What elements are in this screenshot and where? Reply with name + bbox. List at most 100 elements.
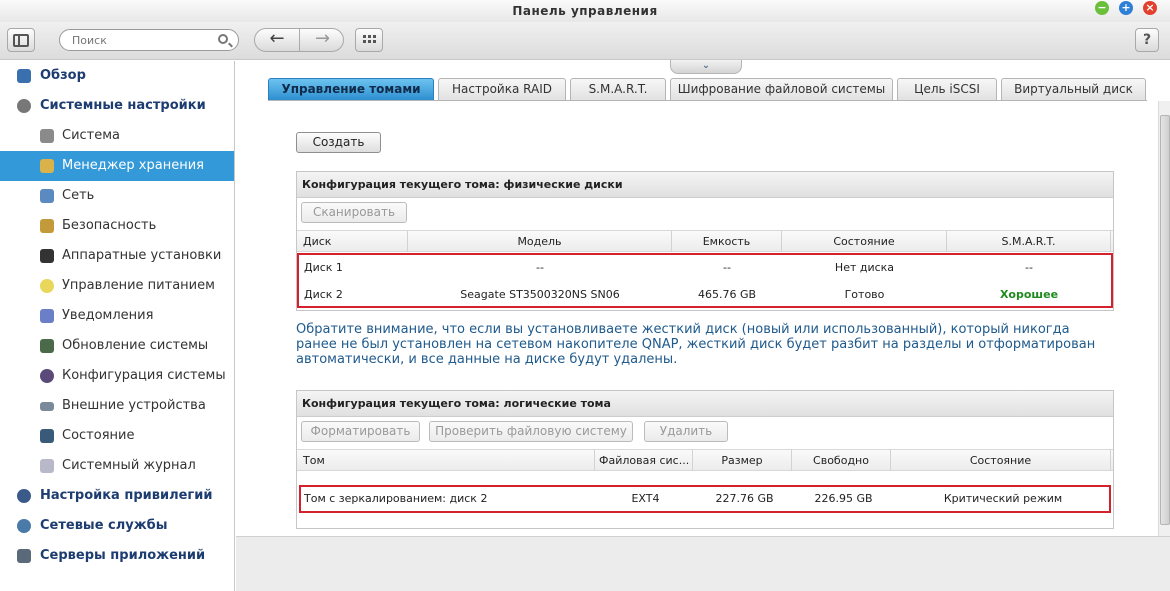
sidebar-item-label: Системный журнал [62,458,196,473]
highlight-box [299,485,1111,513]
update-icon [40,339,54,353]
sidebar-item-notifications[interactable]: Уведомления [0,301,234,331]
sidebar-item-external-devices[interactable]: Внешние устройства [0,391,234,421]
sidebar-item-system[interactable]: Система [0,121,234,151]
column-header[interactable]: Файловая сис... [595,450,693,471]
column-header[interactable]: Том [297,450,595,471]
physical-table-header: Диск Модель Емкость Состояние S.M.A.R.T. [297,230,1113,252]
tab-divider [268,100,1147,101]
sidebar-item-privileges[interactable]: Настройка привилегий [0,481,234,511]
forward-button[interactable]: → [300,29,343,51]
sidebar-item-hardware[interactable]: Аппаратные установки [0,241,234,271]
server-icon [17,549,31,563]
sidebar-item-label: Управление питанием [62,278,215,293]
hardware-icon [40,249,54,263]
globe-icon [17,519,31,533]
sidebar-item-app-servers[interactable]: Серверы приложений [0,541,234,571]
tab-filesystem-encryption[interactable]: Шифрование файловой системы [670,78,893,100]
scan-button[interactable]: Сканировать [301,202,407,223]
network-icon [40,189,54,203]
nav-buttons: ← → [254,28,344,52]
tab-smart[interactable]: S.M.A.R.T. [570,78,666,100]
user-icon [17,489,31,503]
sidebar-item-system-update[interactable]: Обновление системы [0,331,234,361]
sidebar-item-label: Обзор [40,68,86,83]
sidebar-item-security[interactable]: Безопасность [0,211,234,241]
column-header[interactable]: Состояние [891,450,1111,471]
sidebar-item-power[interactable]: Управление питанием [0,271,234,301]
sidebar-item-label: Сетевые службы [40,518,168,533]
home-button[interactable] [7,28,35,52]
column-header[interactable]: Емкость [672,231,782,252]
panel-icon [13,34,29,47]
highlight-box [297,253,1113,308]
lock-icon [40,219,54,233]
gear-icon [17,99,31,113]
external-device-icon [40,402,54,411]
logical-table-header: Том Файловая сис... Размер Свободно Сост… [297,449,1113,471]
delete-button[interactable]: Удалить [644,421,728,442]
sidebar-item-label: Обновление системы [62,338,209,353]
tab-volume-management[interactable]: Управление томами [268,78,434,100]
monitor-icon [40,429,54,443]
grid-icon [362,35,376,43]
column-header[interactable]: Состояние [782,231,947,252]
window-title: Панель управления [512,4,658,18]
search-box [59,29,239,51]
panel-title: Конфигурация текущего тома: физические д… [297,172,1113,198]
sidebar-item-label: Состояние [62,428,135,443]
vertical-scrollbar[interactable] [1158,101,1170,536]
sidebar-item-label: Системные настройки [40,98,206,113]
sidebar-item-label: Конфигурация системы [62,368,226,383]
column-header[interactable]: Диск [297,231,408,252]
log-icon [40,459,54,473]
scrollbar-thumb[interactable] [1160,115,1170,525]
search-icon[interactable] [218,34,228,44]
search-input[interactable] [72,33,212,48]
apps-button[interactable] [355,28,383,52]
panel-title: Конфигурация текущего тома: логические т… [297,391,1113,417]
sidebar-item-label: Серверы приложений [40,548,206,563]
notification-icon [40,309,54,323]
tab-iscsi-target[interactable]: Цель iSCSI [897,78,997,100]
sidebar-item-label: Система [62,128,121,143]
sidebar-item-label: Менеджер хранения [62,158,204,173]
back-button[interactable]: ← [255,29,300,51]
bulb-icon [40,279,54,293]
tab-virtual-disk[interactable]: Виртуальный диск [1001,78,1146,100]
column-header[interactable]: Свободно [792,450,891,471]
column-header[interactable]: S.M.A.R.T. [947,231,1111,252]
sidebar-item-label: Уведомления [62,308,154,323]
sidebar-item-system-log[interactable]: Системный журнал [0,451,234,481]
sidebar: Обзор Системные настройки Система Менедж… [0,61,235,591]
column-header[interactable]: Модель [408,231,672,252]
check-filesystem-button[interactable]: Проверить файловую систему [429,421,633,442]
sidebar-item-label: Настройка привилегий [40,488,213,503]
overview-icon [17,69,31,83]
sidebar-item-label: Безопасность [62,218,157,233]
maximize-icon[interactable]: + [1119,1,1133,15]
sidebar-item-label: Сеть [62,188,95,203]
system-icon [40,129,54,143]
collapse-toggle[interactable]: ⌄ [670,60,742,74]
close-icon[interactable]: × [1143,1,1157,15]
chevron-down-icon: ⌄ [701,60,711,71]
sidebar-item-label: Внешние устройства [62,398,206,413]
toolbar: ← → ? [0,22,1170,60]
sidebar-item-system-settings[interactable]: Системные настройки [0,91,234,121]
column-header[interactable]: Размер [693,450,792,471]
sidebar-item-network[interactable]: Сеть [0,181,234,211]
create-button[interactable]: Создать [296,132,381,153]
tab-raid-settings[interactable]: Настройка RAID [438,78,566,100]
sidebar-item-status[interactable]: Состояние [0,421,234,451]
sidebar-item-network-services[interactable]: Сетевые службы [0,511,234,541]
storage-icon [40,159,54,173]
help-button[interactable]: ? [1135,28,1159,52]
sidebar-item-label: Аппаратные установки [62,248,222,263]
sidebar-item-overview[interactable]: Обзор [0,61,234,91]
format-button[interactable]: Форматировать [301,421,420,442]
config-icon [40,369,54,383]
sidebar-item-storage-manager[interactable]: Менеджер хранения [0,151,234,181]
sidebar-item-system-config[interactable]: Конфигурация системы [0,361,234,391]
minimize-icon[interactable]: − [1095,1,1109,15]
